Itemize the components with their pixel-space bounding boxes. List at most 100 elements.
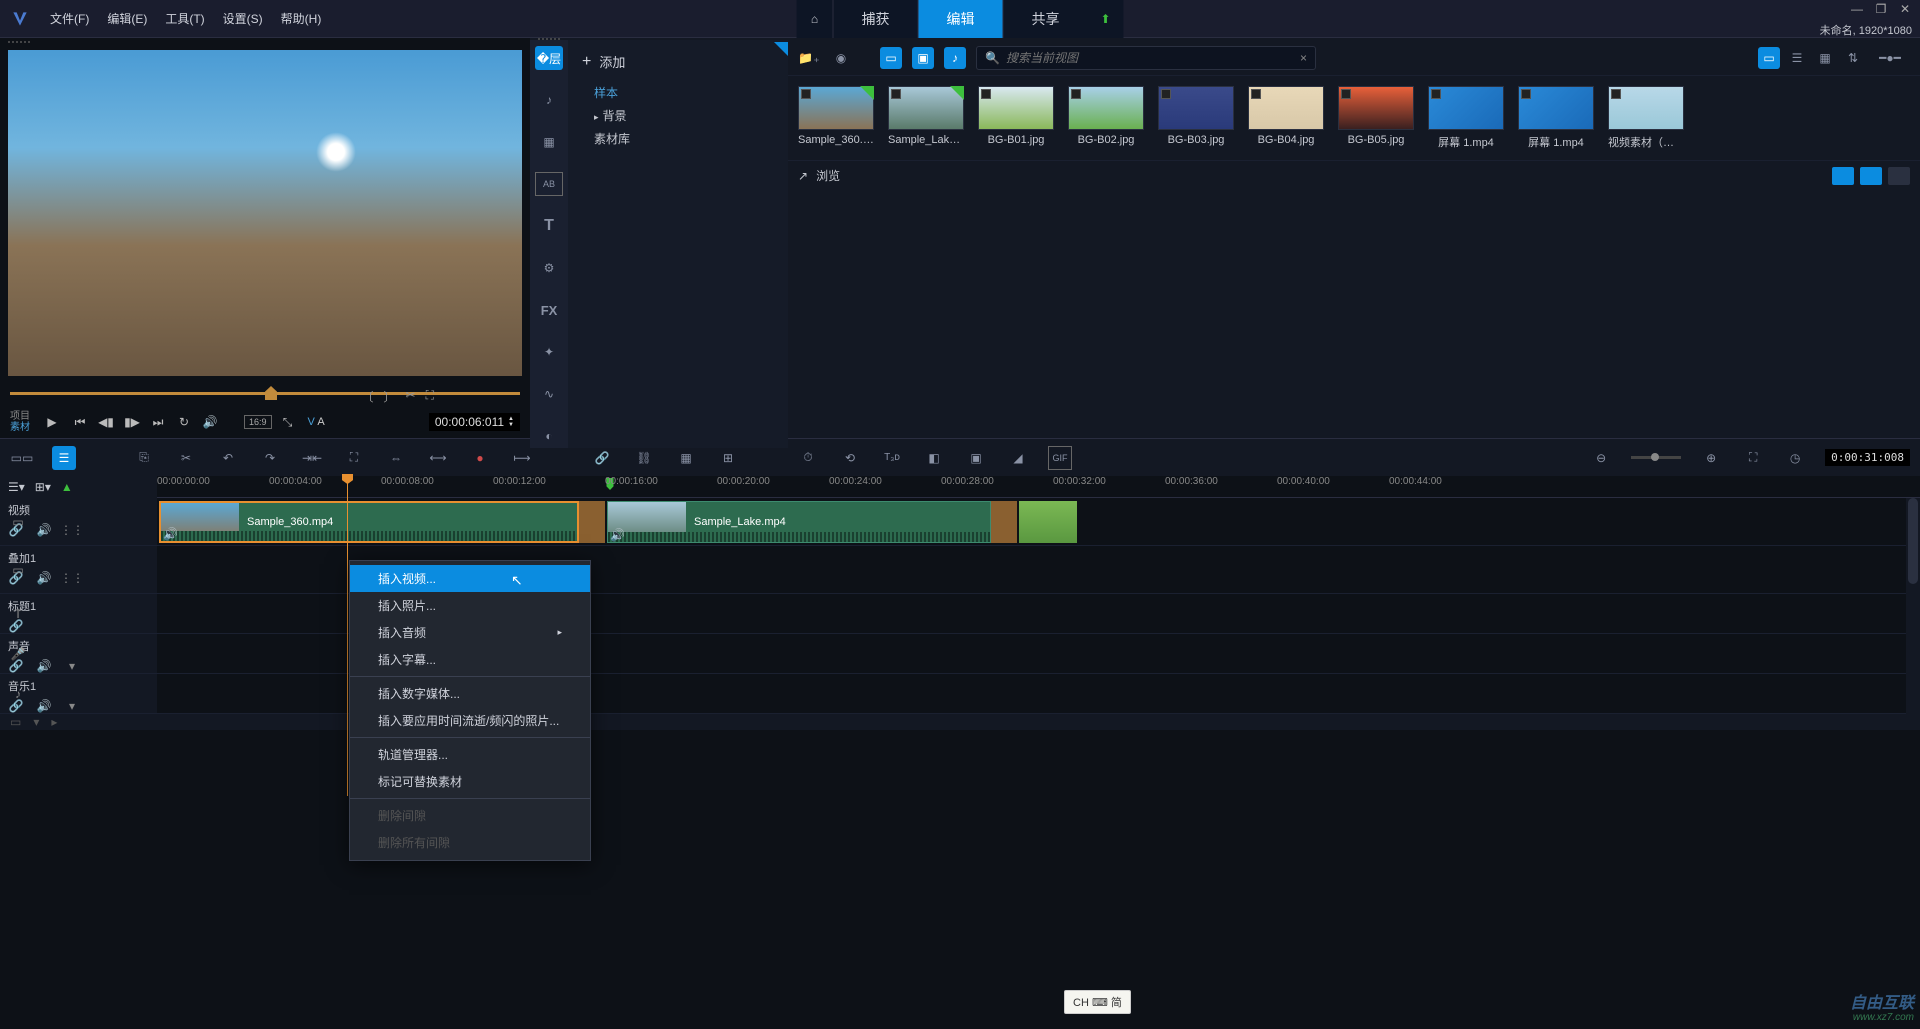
filter-audio-icon[interactable]: ♪ xyxy=(944,47,966,69)
import-folder-icon[interactable]: 📁₊ xyxy=(798,47,820,69)
browse-arrow-icon[interactable]: ↗ xyxy=(798,169,808,183)
rail-audio-icon[interactable]: ♪ xyxy=(535,88,563,112)
home-tab[interactable]: ⌂ xyxy=(797,0,833,38)
thumbnail-item[interactable]: BG-B04.jpg xyxy=(1248,86,1324,150)
redo-icon[interactable]: ↷ xyxy=(258,446,282,470)
add-media-button[interactable]: + 添加 xyxy=(574,48,782,75)
chain-icon[interactable]: 🔗 xyxy=(590,446,614,470)
filter-image-icon[interactable]: ▣ xyxy=(912,47,934,69)
thumbnail-item[interactable]: BG-B02.jpg xyxy=(1068,86,1144,150)
rail-text-icon[interactable]: T xyxy=(535,214,563,238)
thumbnail-item[interactable]: 屏幕 1.mp4 xyxy=(1518,86,1594,150)
tree-background[interactable]: ▸背景 xyxy=(588,104,782,127)
view-grid-icon[interactable]: ▦ xyxy=(1814,47,1836,69)
cm-insert-subtitle[interactable]: 插入字幕... xyxy=(350,646,590,673)
tree-sample[interactable]: 样本 xyxy=(588,81,782,104)
color-icon[interactable]: ◧ xyxy=(922,446,946,470)
marker-range-icon[interactable]: ⟼ xyxy=(510,446,534,470)
mark-out-icon[interactable]: 〕 xyxy=(384,388,396,405)
zoom-fit-icon[interactable]: ⛶ xyxy=(1741,446,1765,470)
volume-icon[interactable]: 🔊 xyxy=(36,522,52,538)
tab-capture[interactable]: 捕获 xyxy=(833,0,918,38)
hs-icon3[interactable]: ▸ xyxy=(51,715,57,729)
step-forward-button[interactable]: ▮▶ xyxy=(122,412,142,432)
zoom-in-icon[interactable]: ⊕ xyxy=(1699,446,1723,470)
cm-insert-video[interactable]: 插入视频... xyxy=(350,565,590,592)
source-project-label[interactable]: 项目 xyxy=(10,411,30,422)
speed-icon[interactable]: ⏱ xyxy=(796,446,820,470)
zoom-slider-icon[interactable]: ━●━ xyxy=(1870,47,1910,69)
unlink-icon[interactable]: ⛓ xyxy=(632,446,656,470)
preview-timecode[interactable]: 00:00:06:011 ▲▼ xyxy=(429,413,520,431)
cm-insert-timelapse[interactable]: 插入要应用时间流逝/频闪的照片... xyxy=(350,707,590,734)
loop-button[interactable]: ↻ xyxy=(174,412,194,432)
thumbnail-item[interactable]: 视频素材（总）... xyxy=(1608,86,1684,150)
split-clip-icon[interactable]: ⊞ xyxy=(716,446,740,470)
menu-file[interactable]: 文件(F) xyxy=(50,10,89,27)
thumbnail-item[interactable]: 屏幕 1.mp4 xyxy=(1428,86,1504,150)
minimize-button[interactable]: — xyxy=(1850,2,1864,16)
rail-settings-icon[interactable]: ⚙ xyxy=(535,256,563,280)
thumbnail-item[interactable]: Sample_Lake... xyxy=(888,86,964,150)
sort-icon[interactable]: ⇅ xyxy=(1842,47,1864,69)
record-icon[interactable]: ◉ xyxy=(830,47,852,69)
view-list-icon[interactable]: ☰ xyxy=(1786,47,1808,69)
rail-track-icon[interactable]: ◐ xyxy=(535,424,563,448)
menu-help[interactable]: 帮助(H) xyxy=(281,10,322,27)
time-ruler[interactable]: 00:00:00:0000:00:04:0000:00:08:0000:00:1… xyxy=(157,476,1920,498)
ruler-tool-2[interactable]: ⊞▾ xyxy=(35,480,51,494)
tree-library[interactable]: 素材库 xyxy=(588,127,782,150)
ruler-tool-1[interactable]: ☰▾ xyxy=(8,480,25,494)
clear-search-icon[interactable]: × xyxy=(1300,51,1307,65)
clip-bg01[interactable] xyxy=(1019,501,1077,543)
menu-edit[interactable]: 编辑(E) xyxy=(107,10,147,27)
ripple-icon[interactable]: ⟷ xyxy=(426,446,450,470)
scrub-bar[interactable]: 〔 〕 ✂ ⛶ xyxy=(10,384,520,402)
thumbnail-item[interactable]: BG-B05.jpg xyxy=(1338,86,1414,150)
scrub-handle[interactable] xyxy=(265,386,277,400)
thumbnail-item[interactable]: Sample_360.m... xyxy=(798,86,874,150)
goto-end-button[interactable]: ⏭ xyxy=(148,412,168,432)
mute-button[interactable]: 🔊 xyxy=(200,412,220,432)
vertical-scrollbar[interactable] xyxy=(1906,498,1920,714)
tab-share[interactable]: 共享 xyxy=(1003,0,1088,38)
rail-transition-icon[interactable]: ▦ xyxy=(535,130,563,154)
search-box[interactable]: 🔍 × xyxy=(976,46,1316,70)
grip-icon[interactable]: ⋮⋮ xyxy=(64,522,80,538)
tracks-canvas[interactable]: Sample_360.mp4 🔊 Sample_Lake.mp4 🔊 xyxy=(157,498,1920,714)
rail-media-icon[interactable]: �层 xyxy=(535,46,563,70)
maximize-button[interactable]: ❐ xyxy=(1874,2,1888,16)
copy-icon[interactable]: ⎘ xyxy=(132,446,156,470)
close-button[interactable]: ✕ xyxy=(1898,2,1912,16)
resize-icon[interactable]: ⤡ xyxy=(278,412,298,432)
upload-icon[interactable]: ⬆ xyxy=(1088,0,1124,38)
reverse-icon[interactable]: ⟲ xyxy=(838,446,862,470)
group-icon[interactable]: ▦ xyxy=(674,446,698,470)
cm-insert-photo[interactable]: 插入照片... xyxy=(350,592,590,619)
storyboard-view-icon[interactable]: ▭▭ xyxy=(10,446,34,470)
expand-icon[interactable]: ▾ xyxy=(64,698,80,714)
tools-icon[interactable]: ✂ xyxy=(174,446,198,470)
hs-icon2[interactable]: ▾ xyxy=(33,715,39,729)
rail-fx-icon[interactable]: FX xyxy=(535,298,563,322)
pan-crop-icon[interactable]: ▣ xyxy=(964,446,988,470)
undo-icon[interactable]: ↶ xyxy=(216,446,240,470)
volume-icon[interactable]: 🔊 xyxy=(36,698,52,714)
view-large-icon[interactable]: ▭ xyxy=(1758,47,1780,69)
mask-icon[interactable]: ◢ xyxy=(1006,446,1030,470)
panel-toggle-3[interactable] xyxy=(1888,167,1910,185)
track-lane-video[interactable]: Sample_360.mp4 🔊 Sample_Lake.mp4 🔊 xyxy=(157,498,1920,546)
cm-insert-digital[interactable]: 插入数字媒体... xyxy=(350,680,590,707)
t3d-icon[interactable]: T₃ᴅ xyxy=(880,446,904,470)
volume-icon[interactable]: 🔊 xyxy=(36,570,52,586)
mark-in-icon[interactable]: 〔 xyxy=(362,388,374,405)
zoom-out-icon[interactable]: ⊖ xyxy=(1589,446,1613,470)
source-clip-label[interactable]: 素材 xyxy=(10,422,30,433)
transition-1[interactable] xyxy=(579,501,605,543)
timer-icon[interactable]: ◷ xyxy=(1783,446,1807,470)
a-toggle[interactable]: A xyxy=(317,416,324,428)
marker-red-icon[interactable]: ● xyxy=(468,446,492,470)
browse-label[interactable]: 浏览 xyxy=(816,167,840,184)
rail-path-icon[interactable]: ∿ xyxy=(535,382,563,406)
aspect-ratio-badge[interactable]: 16:9 xyxy=(244,415,272,429)
